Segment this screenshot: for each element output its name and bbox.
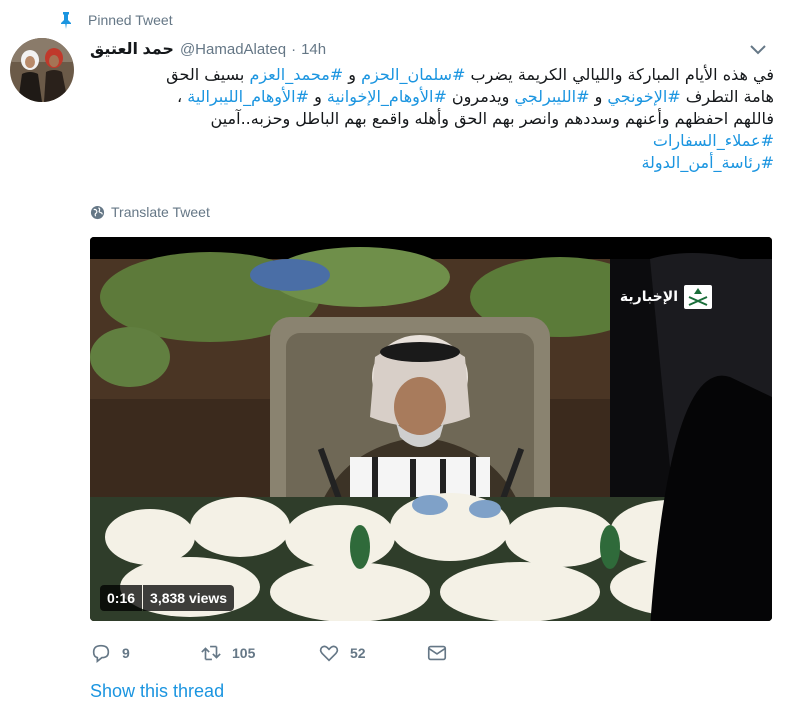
channel-text: الإخبارية — [619, 289, 678, 305]
tweet-text-segment: ، — [176, 87, 188, 106]
tweet-text-segment: فاللهم احفظهم وأعنهم وسددهم وانصر بهم ال… — [210, 109, 774, 128]
emblem-icon — [684, 285, 712, 309]
show-thread-link[interactable]: Show this thread — [90, 681, 224, 702]
tweet-text-segment: بسيف الحق — [166, 65, 250, 84]
chevron-down-icon[interactable] — [747, 40, 769, 58]
reply-button[interactable]: 9 — [90, 642, 200, 664]
pin-icon — [61, 12, 71, 29]
video-badge: 0:16 3,838 views — [100, 585, 235, 611]
author-display-name[interactable]: حمد العتيق — [90, 39, 174, 59]
globe-icon — [90, 205, 105, 219]
tweet-line: فاللهم احفظهم وأعنهم وسددهم وانصر بهم ال… — [90, 108, 774, 130]
reply-icon — [92, 644, 110, 663]
pinned-tweet-header: Pinned Tweet — [56, 10, 173, 30]
heart-icon — [319, 645, 339, 662]
retweet-count: 105 — [232, 645, 256, 661]
pinned-label: Pinned Tweet — [88, 12, 173, 28]
tweet-text-segment: و — [589, 87, 608, 106]
hashtag-link[interactable]: #الأوهام_الليبرالية — [187, 87, 309, 106]
tweet-line: هامة التطرف #الإخونجي و #الليبرلجي ويدمر… — [90, 86, 774, 108]
hashtag-link[interactable]: #محمد_العزم — [249, 65, 343, 84]
tweet-text-segment: و — [343, 65, 362, 84]
video-player[interactable]: الإخبارية 0:16 3,838 views — [90, 237, 772, 621]
tweet-header: حمد العتيق @HamadAlateq · 14h — [90, 38, 769, 60]
channel-logo: الإخبارية — [620, 285, 712, 309]
tweet-line: #رئاسة_أمن_الدولة — [90, 152, 774, 174]
like-count: 52 — [350, 645, 366, 661]
reply-count: 9 — [122, 645, 130, 661]
tweet-line: في هذه الأيام المباركة والليالي الكريمة … — [90, 64, 774, 86]
tweet-text-segment: و — [308, 87, 327, 106]
tweet-text-segment: هامة التطرف — [680, 87, 774, 106]
translate-label: Translate Tweet — [111, 204, 210, 220]
retweet-button[interactable]: 105 — [200, 642, 318, 664]
avatar-image — [10, 38, 74, 102]
tweet-timestamp[interactable]: 14h — [301, 41, 326, 58]
video-views: 3,838 views — [143, 585, 235, 611]
envelope-icon — [427, 645, 447, 661]
tweet-line: #عملاء_السفارات — [90, 130, 774, 152]
hashtag-link[interactable]: #رئاسة_أمن_الدولة — [641, 153, 774, 172]
like-button[interactable]: 52 — [318, 642, 426, 664]
hashtag-link[interactable]: #سلمان_الحزم — [361, 65, 465, 84]
tweet-text-segment: ويدمرون — [446, 87, 515, 106]
video-duration: 0:16 — [100, 585, 143, 611]
hashtag-link[interactable]: #الليبرلجي — [514, 87, 589, 106]
hashtag-link[interactable]: #الإخونجي — [607, 87, 680, 106]
tweet-actions: 9 105 52 — [90, 640, 448, 666]
hashtag-link[interactable]: #الأوهام_الإخوانية — [327, 87, 447, 106]
tweet-text-segment: في هذه الأيام المباركة والليالي الكريمة … — [465, 65, 774, 84]
separator-dot: · — [291, 40, 297, 58]
tweet-text: في هذه الأيام المباركة والليالي الكريمة … — [90, 64, 774, 174]
translate-tweet[interactable]: Translate Tweet — [90, 204, 210, 220]
hashtag-link[interactable]: #عملاء_السفارات — [653, 131, 774, 150]
author-handle[interactable]: @HamadAlateq — [180, 41, 286, 58]
retweet-icon — [201, 645, 221, 661]
avatar[interactable] — [10, 38, 74, 102]
direct-message-button[interactable] — [426, 642, 448, 664]
